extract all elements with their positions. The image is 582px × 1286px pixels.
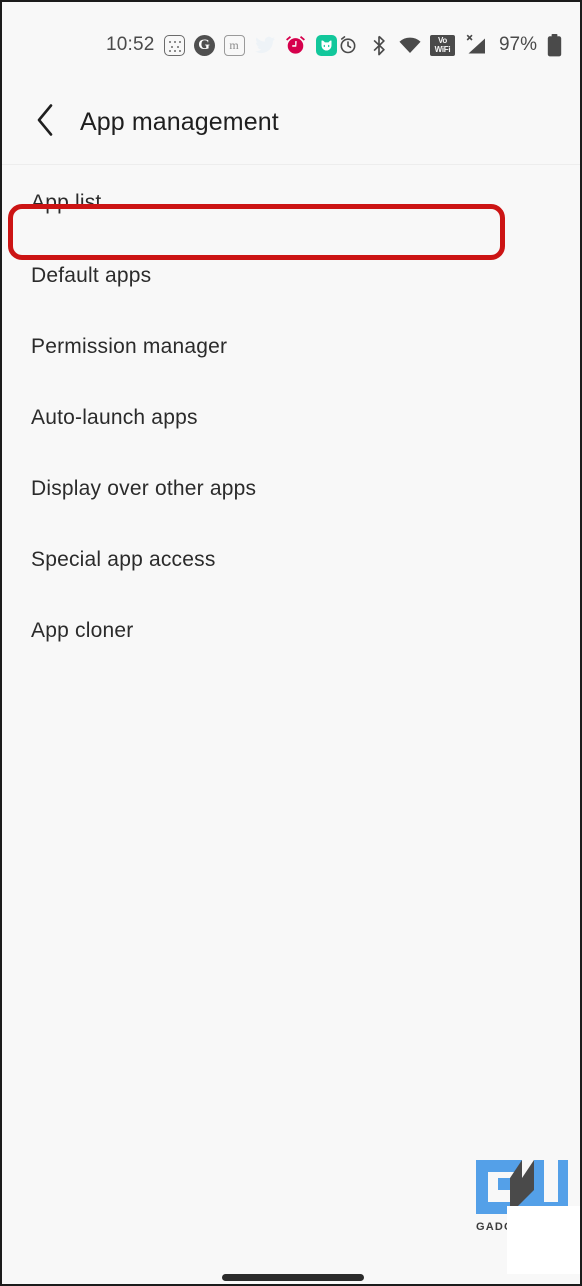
list-item-label: Display over other apps: [31, 476, 257, 500]
list-item-label: Special app access: [31, 547, 216, 571]
list-item-label: Default apps: [31, 263, 152, 287]
back-button[interactable]: [20, 96, 72, 148]
battery-percent-label: 97%: [498, 34, 537, 55]
vowifi-icon: Vo WiFi: [429, 34, 455, 56]
phone-screenshot: 10:52 G m Vo WiFi 97% App management App…: [0, 0, 582, 1286]
list-item-auto-launch-apps[interactable]: Auto-launch apps: [2, 382, 580, 453]
alarm-notification-icon: [285, 34, 307, 56]
twitter-app-icon: [254, 34, 276, 56]
status-bar-left-group: 10:52 G m: [106, 30, 337, 60]
status-bar-right-group: Vo WiFi 97%: [337, 30, 562, 60]
list-item-app-list[interactable]: App list: [2, 166, 580, 240]
page-title: App management: [80, 107, 279, 136]
list-item-label: App list: [31, 191, 102, 214]
vowifi-bottom-label: WiFi: [434, 45, 451, 54]
list-item-permission-manager[interactable]: Permission manager: [2, 311, 580, 382]
list-item-display-over-other-apps[interactable]: Display over other apps: [2, 453, 580, 524]
status-bar: 10:52 G m Vo WiFi 97%: [2, 2, 580, 80]
cellular-signal-icon: [464, 34, 488, 56]
dice-app-icon: [163, 34, 185, 56]
groww-app-icon: G: [193, 34, 215, 56]
list-item-default-apps[interactable]: Default apps: [2, 240, 580, 311]
wifi-icon: [399, 34, 421, 56]
page-header: App management: [2, 80, 580, 165]
bluetooth-icon: [368, 34, 390, 56]
mastodon-app-icon: m: [223, 34, 245, 56]
list-item-label: App cloner: [31, 618, 134, 642]
battery-icon: [546, 33, 562, 56]
list-item-app-cloner[interactable]: App cloner: [2, 595, 580, 666]
chevron-left-icon: [35, 103, 57, 142]
home-gesture-bar[interactable]: [222, 1274, 364, 1281]
watermark-white-overlay: [507, 1206, 580, 1274]
settings-list: App list Default apps Permission manager…: [2, 166, 580, 666]
mi-home-app-icon: [315, 34, 337, 56]
vowifi-top-label: Vo: [437, 36, 447, 45]
list-item-label: Auto-launch apps: [31, 405, 198, 429]
status-bar-clock: 10:52: [106, 34, 155, 55]
list-item-special-app-access[interactable]: Special app access: [2, 524, 580, 595]
list-item-label: Permission manager: [31, 334, 228, 358]
alarm-set-icon: [337, 34, 359, 56]
